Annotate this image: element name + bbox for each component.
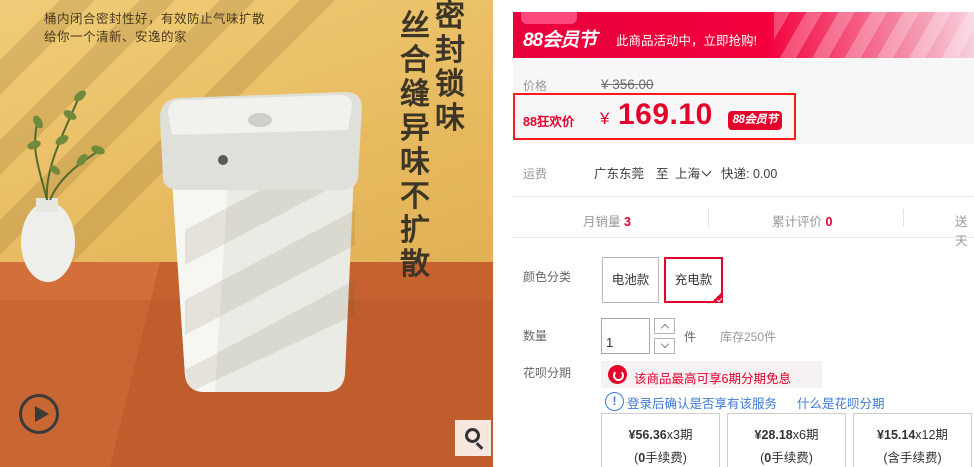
chevron-down-icon [701, 166, 712, 177]
plan-periods: x3期 [666, 428, 693, 442]
vertical-slogan-right: 密封锁味 [435, 0, 465, 135]
plan-fee: (0手续费) [602, 447, 719, 466]
shipping-destination-select[interactable]: 上海 [675, 163, 714, 182]
installment-notice: 该商品最高可享6期分期免息 [601, 361, 822, 388]
plan-amount-value: ¥56.36 [628, 428, 667, 442]
banner-ribbon [521, 12, 577, 24]
plan-amount: ¥15.14x12期 [854, 424, 971, 443]
magnifier-icon [465, 428, 480, 443]
plan-fee: (0手续费) [728, 447, 845, 466]
member-day-banner: 88会员节 此商品活动中，立即抢购! [513, 12, 974, 58]
quantity-increase-button[interactable] [654, 318, 675, 334]
plan-amount-value: ¥28.18 [754, 428, 793, 442]
promo-caption: 桶内闭合密封性好，有效防止气味扩散 给你一个清新、安逸的家 [44, 10, 265, 46]
color-option-battery-label: 电池款 [611, 273, 650, 287]
stat-divider [708, 209, 709, 227]
zoom-button[interactable] [455, 420, 491, 456]
stat-reviews[interactable]: 累计评价 0 [772, 211, 832, 230]
color-option-rechargeable[interactable]: 充电款 [664, 257, 723, 303]
promo-price-label: 88狂欢价 [523, 115, 575, 129]
color-label: 颜色分类 [523, 270, 572, 284]
promo-line-1: 桶内闭合密封性好，有效防止气味扩散 [44, 12, 266, 26]
magnifier-handle [475, 442, 484, 450]
banner-stripes [774, 12, 974, 58]
sales-stats-bar: 月销量 3 累计评价 0 送天 [513, 196, 974, 248]
product-image[interactable]: 桶内闭合密封性好，有效防止气味扩散 给你一个清新、安逸的家 密封锁味 丝合缝 异… [0, 0, 493, 467]
login-link[interactable]: 登录后确认是否享有该服务 [627, 393, 777, 412]
currency-symbol: ¥ [600, 109, 610, 128]
banner-text: 此商品活动中，立即抢购! [616, 34, 757, 48]
original-price: ¥ 356.00 [601, 77, 654, 92]
color-option-rechargeable-label: 充电款 [674, 273, 713, 287]
plan-amount-value: ¥15.14 [877, 428, 916, 442]
quantity-unit: 件 [684, 330, 697, 344]
huabei-icon [608, 365, 627, 384]
quantity-decrease-button[interactable] [654, 338, 675, 354]
installment-notice-text: 该商品最高可享6期分期免息 [634, 372, 791, 386]
stat-divider [903, 209, 904, 227]
member-day-tag: 88会员节 [728, 111, 782, 130]
banner-logo: 88会员节 [523, 30, 597, 51]
quantity-input[interactable] [601, 318, 650, 354]
stat-points-label: 送天 [955, 215, 968, 248]
promo-line-2: 给你一个清新、安逸的家 [44, 30, 188, 44]
info-icon: ! [605, 392, 624, 411]
stat-reviews-value: 0 [825, 215, 833, 229]
vertical-slogan-left: 丝合缝 异味不扩散 [400, 10, 430, 281]
shipping-method: 快递: 0.00 [721, 167, 778, 181]
price-label: 价格 [523, 79, 548, 93]
plan-fee-suffix: 手续费) [771, 451, 813, 465]
plan-fee-suffix: 含手续费) [887, 451, 942, 465]
stat-monthly-sales: 月销量 3 [583, 211, 631, 230]
quantity-label: 数量 [523, 329, 548, 343]
plan-periods: x12期 [915, 428, 948, 442]
shipping-label: 运费 [523, 167, 548, 181]
shipping-destination: 上海 [675, 167, 701, 181]
stat-monthly-sales-value: 3 [624, 215, 631, 229]
plan-periods: x6期 [792, 428, 819, 442]
selected-check-icon [711, 291, 723, 303]
plan-amount: ¥56.36x3期 [602, 424, 719, 443]
installment-plan-6[interactable]: ¥28.18x6期 (0手续费) [727, 413, 846, 467]
plan-amount: ¥28.18x6期 [728, 424, 845, 443]
shipping-from: 广东东莞 [594, 167, 645, 181]
shipping-to-prefix: 至 [656, 167, 669, 181]
plan-fee: (含手续费) [854, 447, 971, 466]
play-circle-icon[interactable] [19, 394, 59, 434]
installment-label: 花呗分期 [523, 366, 572, 380]
current-price: 169.10 [618, 98, 713, 131]
installment-plan-3[interactable]: ¥56.36x3期 (0手续费) [601, 413, 720, 467]
color-option-battery[interactable]: 电池款 [602, 257, 659, 303]
what-is-huabei-link[interactable]: 什么是花呗分期 [797, 393, 885, 412]
stat-monthly-sales-label: 月销量 [583, 215, 621, 229]
installment-plan-12[interactable]: ¥15.14x12期 (含手续费) [853, 413, 972, 467]
plan-fee-suffix: 手续费) [645, 451, 687, 465]
stat-points: 送天 [955, 211, 974, 249]
stat-reviews-label: 累计评价 [772, 215, 823, 229]
stock-count: 库存250件 [720, 330, 777, 344]
